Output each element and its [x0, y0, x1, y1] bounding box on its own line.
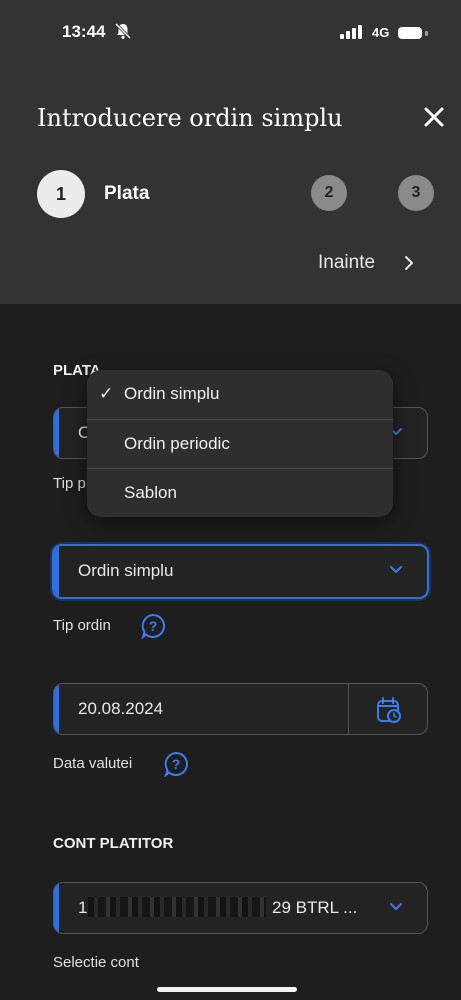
data-valutei-value: 20.08.2024 [78, 699, 164, 718]
status-bar: 13:44 4G [0, 0, 461, 64]
close-icon[interactable] [420, 103, 448, 131]
chevron-down-icon [390, 903, 402, 911]
data-valutei-field[interactable]: 20.08.2024 [53, 683, 428, 735]
field-accent [54, 684, 59, 734]
battery-icon [398, 27, 422, 39]
next-button[interactable]: Inainte [318, 252, 375, 274]
dropdown-option-sablon[interactable]: Sablon [87, 469, 393, 517]
step-1-indicator: 1 [37, 170, 85, 218]
header: 13:44 4G Introducere ordin simplu 1 Plat… [0, 0, 461, 304]
cont-platitor-helper: Selectie cont [53, 954, 139, 971]
dropdown-option-label: Sablon [124, 483, 177, 502]
step-1-label: Plata [104, 183, 150, 204]
tip-ordin-select[interactable]: Ordin simplu [52, 544, 429, 599]
help-icon[interactable]: ? [163, 751, 189, 777]
field-accent [54, 883, 59, 933]
step-2-indicator: 2 [311, 175, 347, 211]
dropdown-option-label: Ordin periodic [124, 434, 230, 453]
calendar-icon[interactable] [376, 696, 402, 724]
chevron-right-icon[interactable] [402, 254, 416, 272]
dropdown-option-ordin-simplu[interactable]: ✓ Ordin simplu [87, 370, 393, 419]
chevron-down-icon [390, 566, 402, 574]
battery-cap [425, 31, 428, 36]
tip-ordin-helper: Tip ordin [53, 617, 111, 634]
account-prefix: 1 [78, 898, 88, 917]
dropdown-option-ordin-periodic[interactable]: Ordin periodic [87, 420, 393, 469]
field-accent [54, 408, 59, 458]
tip-plata-helper: Tip p [53, 475, 86, 492]
tip-plata-dropdown-menu: ✓ Ordin simplu Ordin periodic Sablon [87, 370, 393, 517]
data-valutei-helper: Data valutei [53, 755, 133, 772]
status-time: 13:44 [62, 22, 106, 41]
svg-text:?: ? [149, 618, 158, 634]
field-accent [54, 546, 59, 597]
masked-account-number [88, 897, 266, 917]
svg-text:?: ? [172, 756, 181, 772]
account-suffix: 29 BTRL ... [272, 898, 358, 917]
dropdown-option-label: Ordin simplu [124, 384, 220, 403]
page-title: Introducere ordin simplu [37, 104, 343, 132]
signal-icon [340, 25, 362, 39]
checkmark-icon: ✓ [99, 384, 114, 403]
step-3-indicator: 3 [398, 175, 434, 211]
field-divider [348, 684, 349, 734]
network-type: 4G [372, 25, 390, 40]
help-icon[interactable]: ? [140, 613, 166, 639]
bell-slash-icon [114, 22, 132, 40]
home-indicator[interactable] [157, 987, 297, 992]
cont-platitor-select[interactable]: 1 29 BTRL ... [53, 882, 428, 934]
section-title-cont-platitor: CONT PLATITOR [53, 835, 174, 852]
tip-ordin-value: Ordin simplu [78, 561, 174, 580]
